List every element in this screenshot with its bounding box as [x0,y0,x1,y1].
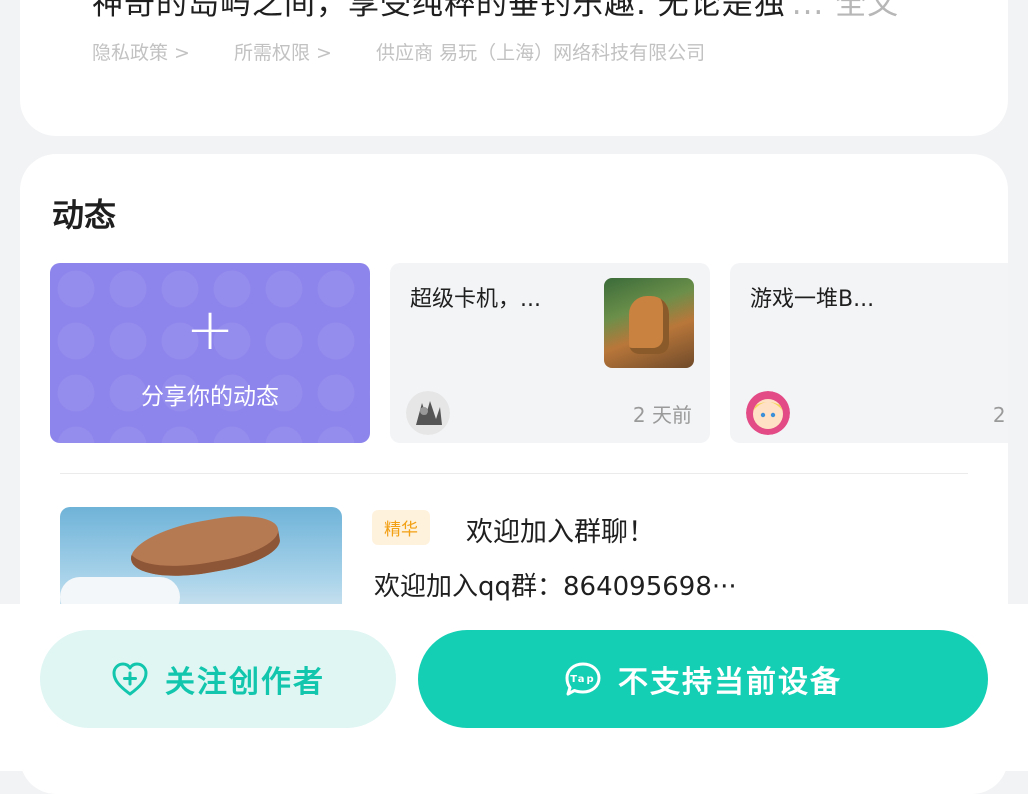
feed-post-body[interactable]: 欢迎加入qq群：864095698··· [374,566,737,603]
plus-icon: + [185,295,235,363]
follow-label: 关注创作者 [165,665,325,700]
follow-creator-button[interactable]: 关注创作者 [40,630,396,728]
vendor-info: 供应商 易玩（上海）网络科技有限公司 [376,42,706,64]
unsupported-device-button[interactable]: Tap 不支持当前设备 [418,630,988,728]
main-button-label: 不支持当前设备 [618,665,842,700]
post-time: 2 天前 [632,403,692,427]
divider [60,473,968,474]
heart-plus-icon [111,661,149,697]
post-time: 2 天 [992,403,1008,427]
fish-illustration [126,508,284,586]
featured-badge: 精华 [372,510,430,545]
moment-post-card[interactable]: 超级卡机，... 2 天前 [390,263,710,443]
post-title: 游戏一堆B... [750,287,875,312]
post-thumbnail [604,278,694,368]
share-moment-button[interactable]: + 分享你的动态 [50,263,370,443]
moment-post-card[interactable]: 游戏一堆B... 2 天 [730,263,1008,443]
permissions-link[interactable]: 所需权限 > [234,42,332,64]
meta-links: 隐私政策 > 所需权限 > 供应商 易玩（上海）网络科技有限公司 [92,38,743,65]
privacy-policy-link[interactable]: 隐私政策 > [92,42,190,64]
section-title: 动态 [52,196,117,234]
tap-logo-icon: Tap [564,661,602,697]
avatar[interactable] [406,391,450,435]
game-description[interactable]: 神奇的岛屿之间，享受纯粹的垂钓乐趣. 无论是独 ... 全文 [92,0,899,23]
post-title: 超级卡机，... [410,287,541,312]
expand-text-link[interactable]: ... 全文 [792,0,899,22]
bottom-action-bar: 关注创作者 Tap 不支持当前设备 [0,604,1028,771]
feed-post-title[interactable]: 欢迎加入群聊！ [466,510,655,549]
description-text: 神奇的岛屿之间，享受纯粹的垂钓乐趣. 无论是独 [92,0,786,22]
avatar[interactable] [746,391,790,435]
svg-text:Tap: Tap [570,674,595,685]
share-label: 分享你的动态 [141,384,279,410]
game-info-card: 神奇的岛屿之间，享受纯粹的垂钓乐趣. 无论是独 ... 全文 隐私政策 > 所需权… [20,0,1008,136]
